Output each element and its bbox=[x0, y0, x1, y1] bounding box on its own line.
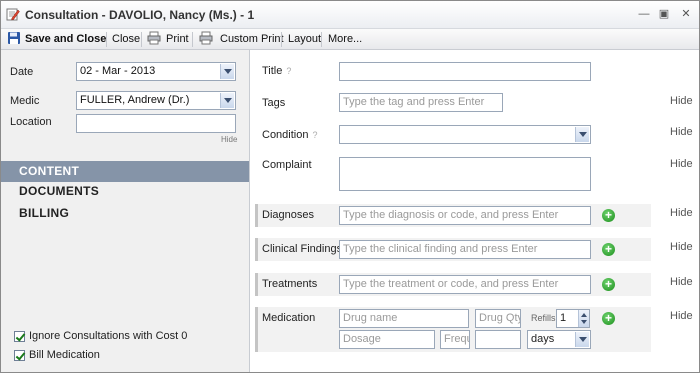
diagnoses-input[interactable]: Type the diagnosis or code, and press En… bbox=[339, 206, 591, 225]
toolbar-divider bbox=[321, 32, 322, 47]
date-picker[interactable]: 02 - Mar - 2013 bbox=[76, 62, 236, 81]
add-finding-icon[interactable]: + bbox=[602, 243, 615, 256]
dosage-input[interactable]: Dosage bbox=[339, 330, 435, 349]
duration-input[interactable] bbox=[475, 330, 521, 349]
consultation-edit-icon bbox=[6, 8, 20, 21]
chevron-down-icon[interactable] bbox=[220, 64, 234, 79]
consultation-window: Consultation - DAVOLIO, Nancy (Ms.) - 1 … bbox=[0, 0, 700, 373]
medic-label: Medic bbox=[10, 95, 40, 107]
drug-qty-input[interactable]: Drug Qty bbox=[475, 309, 521, 328]
tags-label: Tags bbox=[262, 97, 286, 109]
nav-documents[interactable]: DOCUMENTS bbox=[1, 181, 249, 202]
medication-hide-link[interactable]: Hide bbox=[670, 310, 693, 322]
print-button[interactable]: Print bbox=[166, 32, 189, 47]
title-bar: Consultation - DAVOLIO, Nancy (Ms.) - 1 … bbox=[1, 1, 699, 29]
nav-billing[interactable]: BILLING bbox=[1, 203, 249, 224]
drug-name-input[interactable]: Drug name bbox=[339, 309, 469, 328]
toolbar: Save and Close Close Print Custom Print … bbox=[1, 29, 699, 50]
condition-label: Condition? bbox=[262, 129, 318, 141]
medic-select[interactable]: FULLER, Andrew (Dr.) bbox=[76, 91, 236, 110]
condition-label-text: Condition bbox=[262, 129, 309, 141]
treatments-input[interactable]: Type the treatment or code, and press En… bbox=[339, 275, 591, 294]
add-treatment-icon[interactable]: + bbox=[602, 278, 615, 291]
add-medication-icon[interactable]: + bbox=[602, 312, 615, 325]
title-label: Title? bbox=[262, 65, 291, 77]
diagnoses-label: Diagnoses bbox=[262, 209, 314, 221]
window-title: Consultation - DAVOLIO, Nancy (Ms.) - 1 bbox=[25, 8, 255, 22]
toolbar-divider bbox=[141, 32, 142, 47]
frequency-input[interactable]: Frequ bbox=[440, 330, 470, 349]
tags-hide-link[interactable]: Hide bbox=[670, 95, 693, 107]
condition-select[interactable] bbox=[339, 125, 591, 144]
bill-medication-label: Bill Medication bbox=[29, 349, 100, 361]
duration-unit-value: days bbox=[531, 333, 555, 345]
save-and-close-button[interactable]: Save and Close bbox=[25, 32, 106, 47]
chevron-down-icon[interactable] bbox=[575, 332, 589, 347]
duration-unit-select[interactable]: days bbox=[527, 330, 591, 349]
toolbar-divider bbox=[106, 32, 107, 47]
nav-content[interactable]: CONTENT bbox=[1, 161, 249, 182]
medic-value: FULLER, Andrew (Dr.) bbox=[80, 94, 190, 106]
more-button[interactable]: More... bbox=[328, 32, 362, 47]
location-input[interactable] bbox=[76, 114, 236, 133]
layout-button[interactable]: Layout bbox=[288, 32, 321, 47]
location-label: Location bbox=[10, 116, 52, 128]
date-value: 02 - Mar - 2013 bbox=[80, 65, 156, 77]
findings-hide-link[interactable]: Hide bbox=[670, 241, 693, 253]
minimize-icon[interactable]: — bbox=[637, 8, 651, 21]
close-button[interactable]: Close bbox=[112, 32, 140, 47]
ignore-cost-checkbox[interactable] bbox=[14, 331, 25, 342]
location-hide-link[interactable]: Hide bbox=[221, 135, 237, 144]
date-label: Date bbox=[10, 66, 34, 78]
chevron-down-icon[interactable] bbox=[575, 127, 589, 142]
save-disk-icon bbox=[8, 32, 20, 44]
treatments-hide-link[interactable]: Hide bbox=[670, 276, 693, 288]
refills-stepper[interactable]: 1 bbox=[556, 309, 590, 328]
bill-medication-checkbox[interactable] bbox=[14, 350, 25, 361]
ignore-cost-label: Ignore Consultations with Cost 0 bbox=[29, 330, 188, 342]
condition-hide-link[interactable]: Hide bbox=[670, 126, 693, 138]
refills-value: 1 bbox=[560, 312, 567, 324]
tags-input[interactable]: Type the tag and press Enter bbox=[339, 93, 503, 112]
findings-input[interactable]: Type the clinical finding and press Ente… bbox=[339, 240, 591, 259]
left-panel: Date 02 - Mar - 2013 Medic FULLER, Andre… bbox=[1, 50, 249, 372]
maximize-icon[interactable]: ▣ bbox=[657, 8, 671, 21]
right-panel: Title? Tags Type the tag and press Enter… bbox=[249, 50, 699, 372]
toolbar-divider bbox=[192, 32, 193, 47]
close-icon[interactable]: ✕ bbox=[679, 8, 693, 21]
custom-print-button[interactable]: Custom Print bbox=[220, 32, 284, 47]
treatments-label: Treatments bbox=[262, 278, 318, 290]
medication-label: Medication bbox=[262, 312, 316, 324]
printer-icon bbox=[147, 31, 161, 45]
chevron-down-icon[interactable] bbox=[220, 93, 234, 108]
complaint-hide-link[interactable]: Hide bbox=[670, 158, 693, 170]
condition-help-icon[interactable]: ? bbox=[312, 130, 317, 140]
refills-label: Refills bbox=[531, 313, 556, 323]
title-input[interactable] bbox=[339, 62, 591, 81]
custom-printer-icon bbox=[199, 31, 213, 45]
diagnoses-hide-link[interactable]: Hide bbox=[670, 207, 693, 219]
findings-label: Clinical Findings bbox=[262, 243, 343, 255]
toolbar-divider bbox=[281, 32, 282, 47]
add-diagnosis-icon[interactable]: + bbox=[602, 209, 615, 222]
complaint-textarea[interactable] bbox=[339, 157, 591, 191]
title-label-text: Title bbox=[262, 65, 283, 77]
stepper-arrows-icon[interactable] bbox=[578, 310, 589, 327]
title-help-icon[interactable]: ? bbox=[286, 66, 291, 76]
complaint-label: Complaint bbox=[262, 159, 312, 171]
